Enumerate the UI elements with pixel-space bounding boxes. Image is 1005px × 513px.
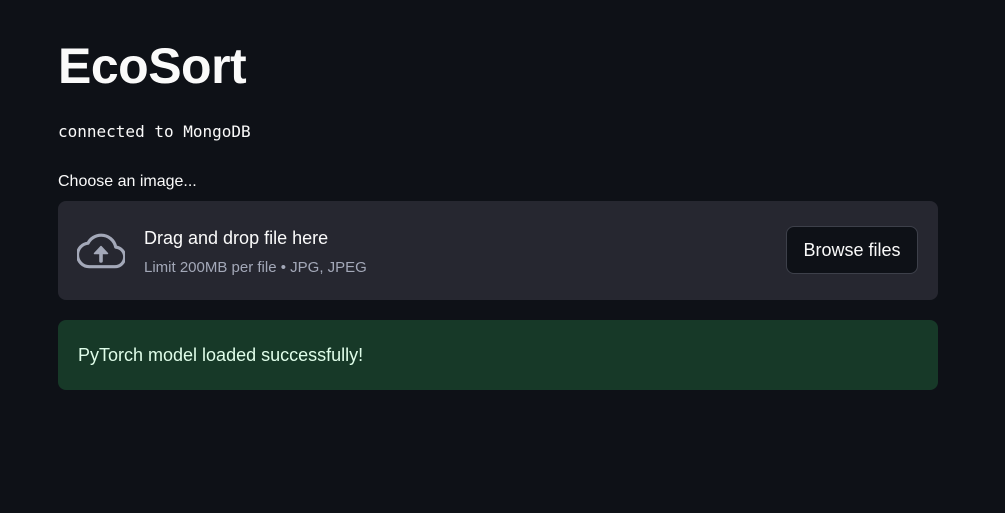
success-alert-message: PyTorch model loaded successfully! bbox=[78, 345, 364, 365]
cloud-upload-icon bbox=[75, 231, 127, 271]
dropzone-title: Drag and drop file here bbox=[144, 228, 329, 248]
browse-files-button[interactable]: Browse files bbox=[786, 226, 918, 274]
connection-status: connected to MongoDB bbox=[58, 122, 251, 141]
file-uploader-label: Choose an image... bbox=[58, 173, 197, 190]
success-alert: PyTorch model loaded successfully! bbox=[58, 320, 938, 390]
file-dropzone[interactable]: Drag and drop file here Limit 200MB per … bbox=[58, 201, 938, 300]
page-title: EcoSort bbox=[58, 38, 247, 94]
dropzone-hint: Limit 200MB per file • JPG, JPEG bbox=[144, 259, 367, 276]
